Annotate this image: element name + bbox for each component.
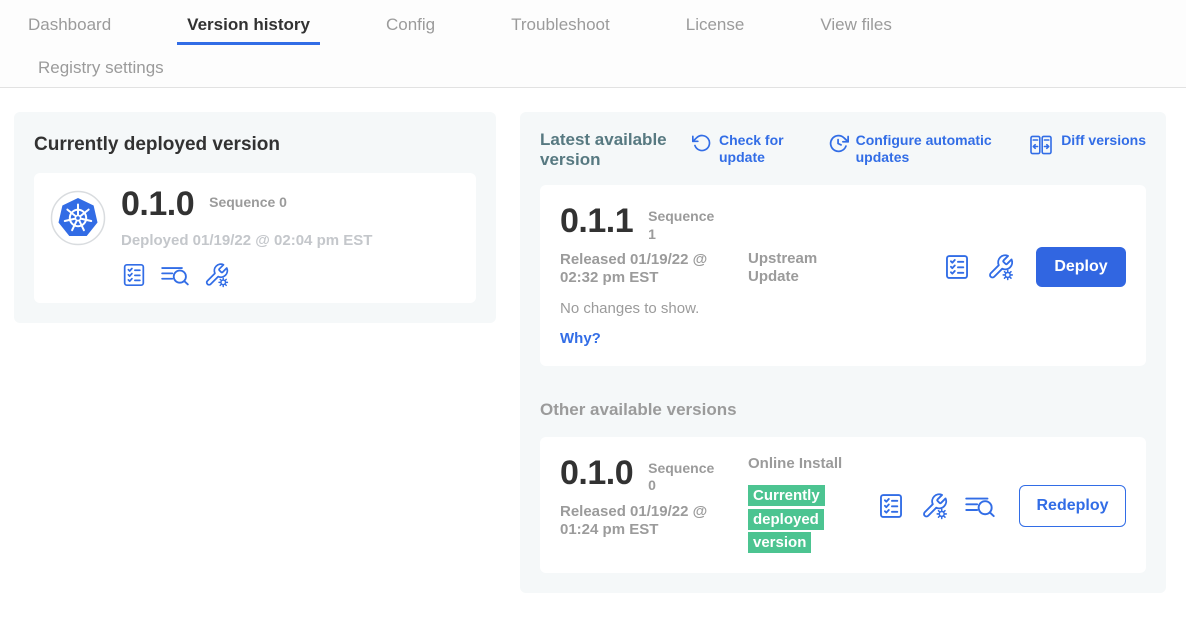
latest-version-card: 0.1.1 Sequence 1 Released 01/19/22 @ 02:… [540,185,1146,366]
deployed-version-number: 0.1.0 [121,186,194,223]
preflight-checks-icon[interactable] [943,253,971,281]
other-source-label: Online Install [748,455,843,473]
panel-actions: Check for update Configure automatic upd… [692,130,1146,165]
nav-secondary-row: Registry settings [0,45,1186,87]
currently-deployed-panel: Currently deployed version [14,112,496,323]
main-content: Currently deployed version [0,88,1186,593]
nav-primary-row: Dashboard Version history Config Trouble… [0,15,1186,45]
other-released-timestamp: Released 01/19/22 @ 01:24 pm EST [560,503,748,540]
tab-dashboard[interactable]: Dashboard [18,15,121,45]
deploy-logs-icon[interactable] [964,492,996,520]
deployed-sequence: Sequence 0 [209,186,287,210]
latest-released-timestamp: Released 01/19/22 @ 02:32 pm EST [560,251,748,288]
tab-config[interactable]: Config [376,15,445,45]
deployed-version-details: 0.1.0 Sequence 0 Deployed 01/19/22 @ 02:… [121,186,372,288]
preflight-checks-icon[interactable] [121,262,147,288]
edit-config-icon[interactable] [986,253,1015,281]
redeploy-button[interactable]: Redeploy [1019,485,1126,527]
tab-view-files[interactable]: View files [810,15,902,45]
top-navigation: Dashboard Version history Config Trouble… [0,0,1186,88]
preflight-checks-icon[interactable] [877,492,905,520]
tab-troubleshoot[interactable]: Troubleshoot [501,15,620,45]
latest-sequence: Sequence 1 [648,203,714,243]
currently-deployed-badge: Currently deployed version [748,485,825,553]
latest-available-title: Latest available version [540,130,692,170]
deploy-button[interactable]: Deploy [1036,247,1126,287]
schedule-update-icon [828,133,849,154]
diff-versions-link[interactable]: Diff versions [1028,132,1146,157]
refresh-icon [692,133,712,153]
check-for-update-link[interactable]: Check for update [692,132,793,165]
no-changes-text: No changes to show. [560,300,1126,317]
configure-automatic-updates-link[interactable]: Configure automatic updates [828,132,994,165]
currently-deployed-title: Currently deployed version [34,134,476,156]
other-version-number: 0.1.0 [560,455,633,492]
tab-registry-settings[interactable]: Registry settings [38,58,164,78]
tab-license[interactable]: License [676,15,755,45]
why-link[interactable]: Why? [560,330,601,347]
kubernetes-logo [50,190,106,288]
diff-icon [1028,133,1054,157]
other-sequence: Sequence 0 [648,455,714,495]
latest-version-number: 0.1.1 [560,203,633,240]
tab-version-history[interactable]: Version history [177,15,320,45]
other-available-versions-title: Other available versions [540,400,1146,420]
available-versions-panel: Latest available version Check for updat… [520,112,1166,593]
deployed-version-card: 0.1.0 Sequence 0 Deployed 01/19/22 @ 02:… [34,173,476,303]
deployed-timestamp: Deployed 01/19/22 @ 02:04 pm EST [121,232,372,249]
other-version-card: 0.1.0 Sequence 0 Released 01/19/22 @ 01:… [540,437,1146,573]
edit-config-icon[interactable] [203,262,230,288]
latest-source-label: Upstream Update [748,203,843,288]
edit-config-icon[interactable] [920,492,949,520]
deploy-logs-icon[interactable] [160,262,190,288]
